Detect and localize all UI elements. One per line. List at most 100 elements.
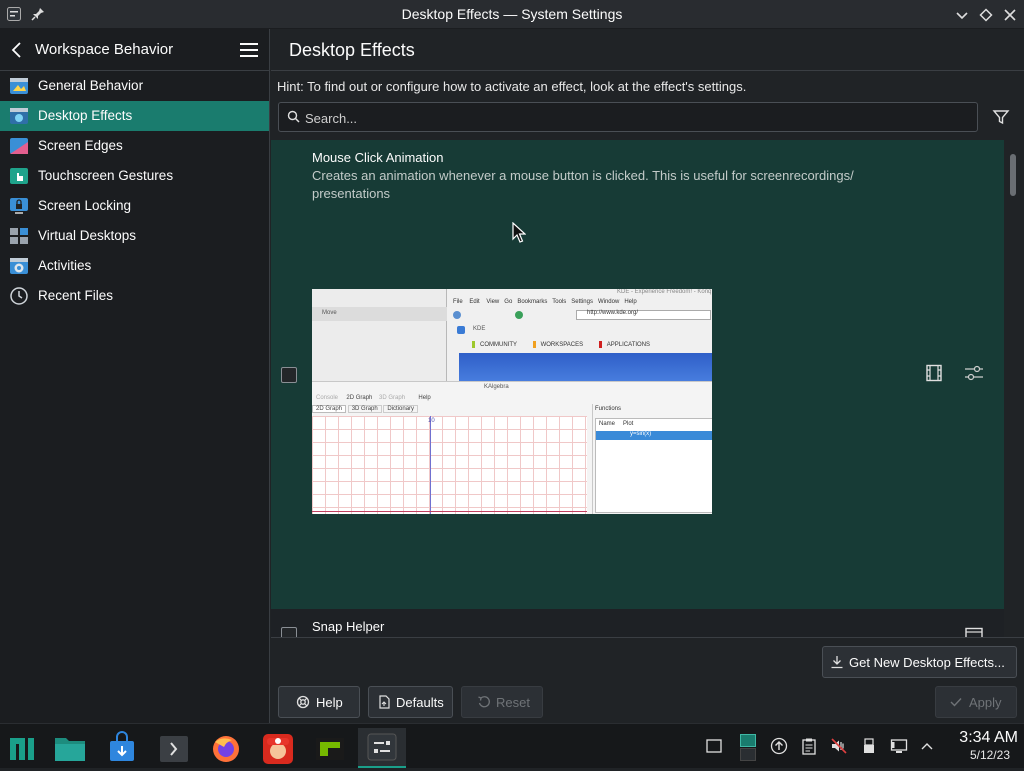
mario-game-icon[interactable] (256, 728, 300, 768)
help-button[interactable]: Help (278, 686, 360, 718)
maximize-button[interactable] (976, 5, 996, 25)
usb-device-icon[interactable] (860, 737, 878, 755)
sidebar-item-touchscreen-gestures[interactable]: Touchscreen Gestures (0, 161, 269, 191)
get-new-effects-button[interactable]: Get New Desktop Effects... (822, 646, 1017, 678)
preview-functions-label: Functions (595, 406, 622, 412)
preview-menu-item: Go (504, 299, 513, 305)
network-icon[interactable] (890, 737, 908, 755)
configure-icon[interactable] (964, 364, 984, 382)
preview-plot-value: y=sin(x) (630, 431, 652, 437)
preview-graph-x-axis (312, 511, 587, 512)
preview-menu-item: Help (624, 299, 637, 305)
back-arrow-icon[interactable] (10, 39, 28, 61)
defaults-button[interactable]: Defaults (368, 686, 453, 718)
preview-menu-item: Bookmarks (517, 299, 548, 305)
preview-kalgebra-window: KAlgebra Console 2D Graph 3D Graph Help … (312, 381, 712, 514)
firefox-icon[interactable] (204, 728, 248, 768)
file-manager-icon[interactable] (48, 728, 92, 768)
preview-tab: KDE (457, 325, 517, 337)
preview-kalgebra-tab: 2D Graph (312, 405, 347, 413)
sidebar-item-label: Touchscreen Gestures (38, 168, 174, 183)
checkmark-icon (949, 695, 963, 709)
pager-desktop[interactable] (740, 748, 756, 761)
close-button[interactable] (1000, 5, 1020, 25)
effect-enable-checkbox[interactable] (281, 367, 297, 383)
video-preview-icon[interactable] (965, 627, 983, 637)
minimize-button[interactable] (952, 5, 972, 25)
preview-col-name: Name (599, 421, 616, 427)
discover-store-icon[interactable] (100, 728, 144, 768)
volume-muted-icon[interactable] (830, 737, 848, 755)
effect-preview-image: Move KDE - Experience Freedom! - Konq Fi… (312, 289, 712, 514)
clock-date: 5/12/23 (969, 748, 1010, 762)
preview-kalgebra-menu-item: Help (418, 395, 431, 401)
sidebar-item-label: Screen Locking (38, 198, 132, 213)
preview-nav: COMMUNITY WORKSPACES APPLICATIONS (472, 341, 712, 351)
sidebar-item-activities[interactable]: Activities (0, 251, 269, 281)
bottom-bar: Get New Desktop Effects... Help Defaults… (271, 637, 1024, 723)
preview-nav-marker (532, 341, 536, 348)
help-label: Help (316, 695, 343, 710)
digital-clock[interactable]: 3:34 AM 5/12/23 (942, 728, 1018, 766)
video-preview-icon[interactable] (925, 364, 943, 382)
pager-active-desktop[interactable] (740, 734, 756, 747)
pager-widget[interactable] (738, 732, 758, 762)
preview-toolbar: http://www.kde.org/ (451, 309, 711, 321)
page-title: Desktop Effects (289, 40, 415, 60)
recent-files-icon (9, 287, 29, 305)
sidebar-item-screen-edges[interactable]: Screen Edges (0, 131, 269, 161)
preview-nav-item: APPLICATIONS (606, 342, 651, 349)
effect-description-line: presentations (312, 186, 391, 201)
sidebar-item-screen-locking[interactable]: Screen Locking (0, 191, 269, 221)
effect-item-snap-helper[interactable]: Snap Helper (271, 609, 1004, 637)
preview-functions-panel: Functions Name Plot y=sin(x) (592, 404, 712, 514)
system-settings-icon[interactable] (358, 728, 406, 768)
preview-kalgebra-menu-item: Console (316, 395, 339, 401)
preview-menu-item: Tools (552, 299, 567, 305)
preview-kalgebra-tabs: 2D Graph 3D Graph Dictionary (312, 405, 592, 415)
sidebar-item-virtual-desktops[interactable]: Virtual Desktops (0, 221, 269, 251)
sidebar: Workspace Behavior General Behavior Desk… (0, 29, 270, 723)
defaults-label: Defaults (396, 695, 444, 710)
expand-tray-icon[interactable] (918, 737, 936, 755)
effect-description: Creates an animation whenever a mouse bu… (312, 167, 952, 203)
preview-kalgebra-tab: Dictionary (383, 405, 419, 413)
effect-enable-checkbox[interactable] (281, 627, 297, 637)
preview-nav-item: WORKSPACES (540, 342, 584, 349)
preview-selected-row (596, 431, 712, 440)
taskbar: 3:34 AM 5/12/23 (0, 723, 1024, 768)
reset-button[interactable]: Reset (461, 686, 543, 718)
sidebar-item-label: Recent Files (38, 288, 114, 303)
nvidia-geforce-icon[interactable] (308, 728, 352, 768)
virtual-desktops-icon (9, 227, 29, 245)
effect-item-mouse-click-animation[interactable]: Mouse Click Animation Creates an animati… (271, 140, 1004, 609)
terminal-icon[interactable] (152, 728, 196, 768)
preview-left-window: Move (312, 289, 447, 384)
clock-time: 3:34 AM (959, 729, 1018, 746)
hamburger-menu-icon[interactable] (240, 43, 258, 57)
apply-button[interactable]: Apply (935, 686, 1017, 718)
preview-url: http://www.kde.org/ (587, 310, 639, 316)
preview-kde-logo-icon (457, 326, 465, 334)
update-icon[interactable] (770, 737, 788, 755)
preview-kalgebra-menu-item: 3D Graph (379, 395, 406, 401)
application-launcher-icon[interactable] (0, 728, 44, 768)
sidebar-item-label: Activities (38, 258, 92, 273)
clipboard-icon[interactable] (800, 737, 818, 755)
preview-browser-window: KDE - Experience Freedom! - Konq File Ed… (447, 289, 712, 384)
scrollbar-thumb[interactable] (1010, 154, 1016, 196)
sidebar-item-desktop-effects[interactable]: Desktop Effects (0, 101, 269, 131)
sidebar-item-recent-files[interactable]: Recent Files (0, 281, 269, 311)
preview-menu-item: Window (597, 299, 620, 305)
search-icon (287, 110, 300, 123)
search-input[interactable] (305, 108, 965, 128)
preview-kalgebra-menu-item: 2D Graph (346, 395, 373, 401)
show-desktop-icon[interactable] (705, 737, 723, 755)
preview-blue-banner (459, 353, 712, 384)
effects-scrollbar[interactable] (1008, 150, 1018, 630)
desktop-effects-icon (9, 107, 29, 125)
search-field[interactable] (278, 102, 978, 132)
preview-graph-axis-label: 10 (428, 418, 435, 424)
sidebar-item-general-behavior[interactable]: General Behavior (0, 71, 269, 101)
filter-icon[interactable] (991, 107, 1011, 127)
